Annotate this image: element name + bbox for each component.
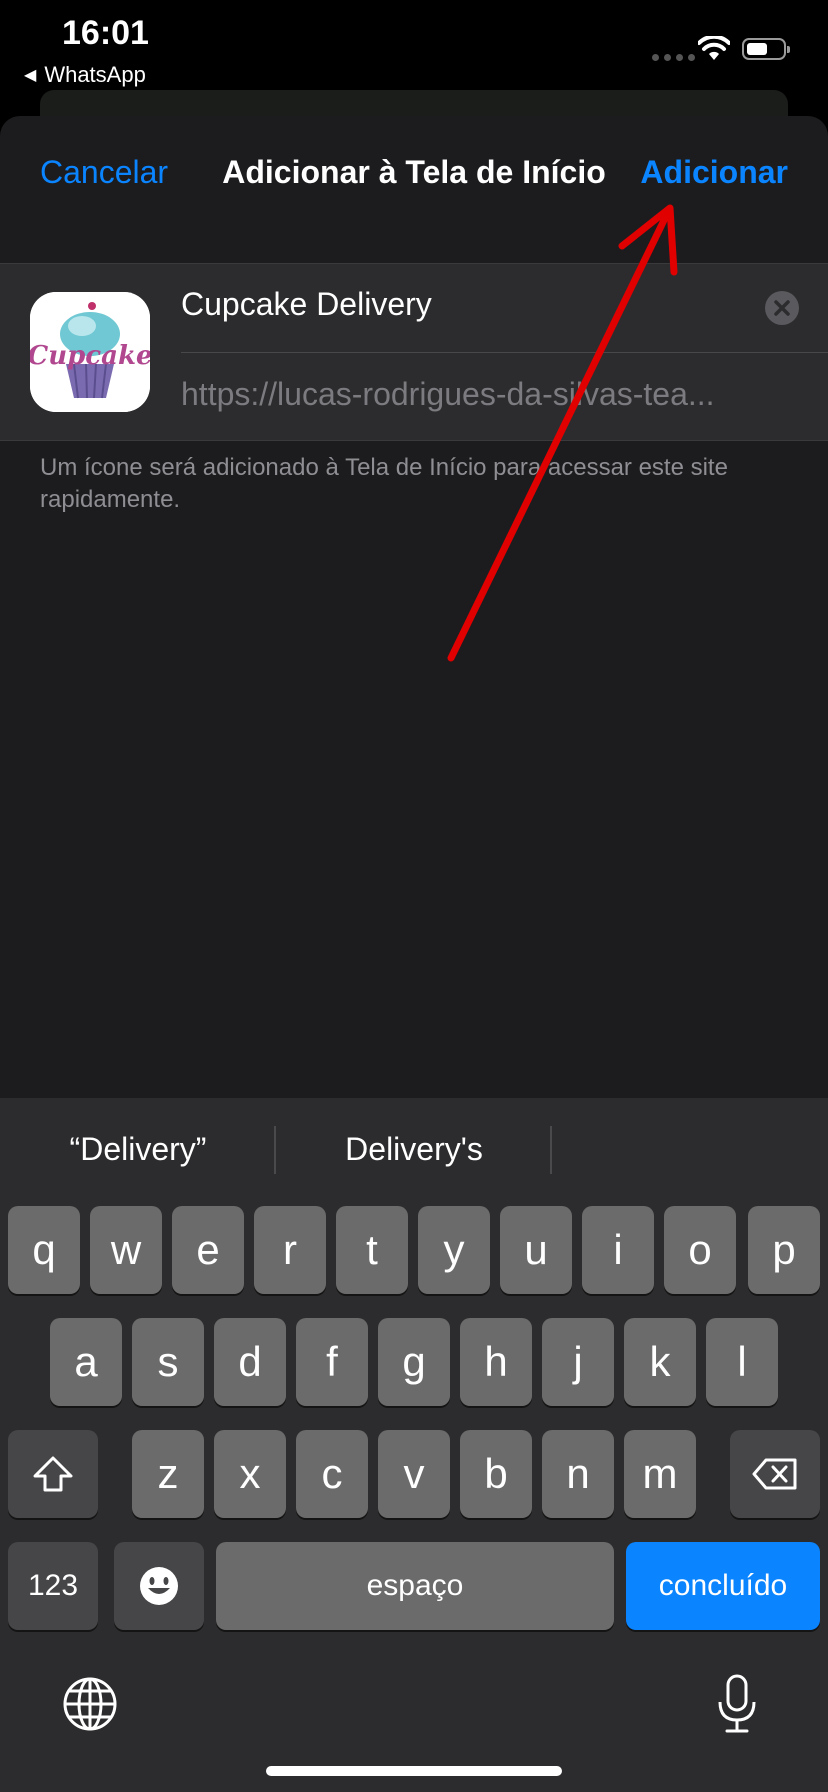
emoji-icon (140, 1567, 178, 1605)
key-u[interactable]: u (500, 1206, 572, 1294)
key-v[interactable]: v (378, 1430, 450, 1518)
keyboard: “Delivery” Delivery's q w e r t y u i o … (0, 1098, 828, 1792)
key-o[interactable]: o (664, 1206, 736, 1294)
key-l[interactable]: l (706, 1318, 778, 1406)
suggestion-2[interactable]: Delivery's (300, 1098, 528, 1200)
key-d[interactable]: d (214, 1318, 286, 1406)
key-p[interactable]: p (748, 1206, 820, 1294)
key-b[interactable]: b (460, 1430, 532, 1518)
done-key[interactable]: concluído (626, 1542, 820, 1630)
key-e[interactable]: e (172, 1206, 244, 1294)
key-h[interactable]: h (460, 1318, 532, 1406)
emoji-key[interactable] (114, 1542, 204, 1630)
key-c[interactable]: c (296, 1430, 368, 1518)
key-k[interactable]: k (624, 1318, 696, 1406)
numbers-key[interactable]: 123 (8, 1542, 98, 1630)
key-r[interactable]: r (254, 1206, 326, 1294)
key-t[interactable]: t (336, 1206, 408, 1294)
key-f[interactable]: f (296, 1318, 368, 1406)
key-i[interactable]: i (582, 1206, 654, 1294)
shift-icon (33, 1456, 73, 1492)
suggestion-1[interactable]: “Delivery” (40, 1098, 236, 1200)
key-w[interactable]: w (90, 1206, 162, 1294)
key-n[interactable]: n (542, 1430, 614, 1518)
key-x[interactable]: x (214, 1430, 286, 1518)
suggestion-divider (274, 1126, 276, 1174)
backspace-icon (752, 1458, 797, 1490)
key-q[interactable]: q (8, 1206, 80, 1294)
backspace-key[interactable] (730, 1430, 820, 1518)
key-g[interactable]: g (378, 1318, 450, 1406)
key-y[interactable]: y (418, 1206, 490, 1294)
shift-key[interactable] (8, 1430, 98, 1518)
space-key[interactable]: espaço (216, 1542, 614, 1630)
microphone-icon[interactable] (716, 1674, 758, 1734)
suggestion-divider (550, 1126, 552, 1174)
key-s[interactable]: s (132, 1318, 204, 1406)
key-m[interactable]: m (624, 1430, 696, 1518)
key-j[interactable]: j (542, 1318, 614, 1406)
home-indicator[interactable] (266, 1766, 562, 1776)
globe-icon[interactable] (62, 1676, 118, 1732)
key-a[interactable]: a (50, 1318, 122, 1406)
key-z[interactable]: z (132, 1430, 204, 1518)
